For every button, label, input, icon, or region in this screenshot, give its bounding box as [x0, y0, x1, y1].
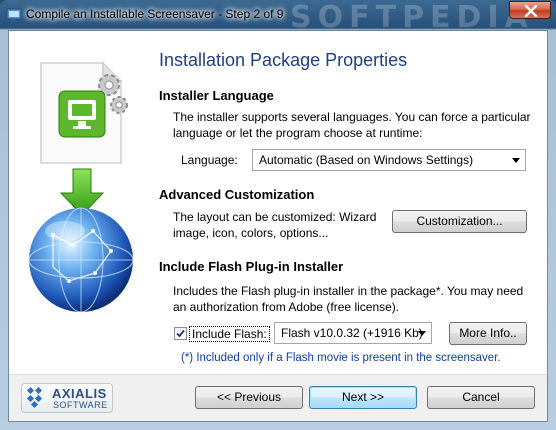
- chevron-down-icon: [512, 158, 520, 163]
- checkmark-icon: [176, 329, 185, 338]
- customization-button[interactable]: Customization...: [392, 210, 527, 233]
- chevron-down-icon: [418, 331, 426, 336]
- previous-button[interactable]: << Previous: [195, 386, 303, 409]
- flash-footnote: (*) Included only if a Flash movie is pr…: [181, 352, 501, 364]
- dialog-window: Compile an Installable Screensaver - Ste…: [0, 0, 556, 430]
- flash-description: Includes the Flash plug-in installer in …: [173, 283, 533, 315]
- close-icon: [524, 5, 538, 17]
- advanced-desc-line1: The layout can be customized: Wizard: [173, 210, 377, 224]
- installer-language-description: The installer supports several languages…: [173, 109, 533, 141]
- flash-version-value: Flash v10.0.32 (+1916 Kb): [281, 326, 423, 340]
- title-bar[interactable]: Compile an Installable Screensaver - Ste…: [0, 0, 556, 35]
- advanced-customization-description: The layout can be customized: Wizard ima…: [173, 209, 383, 241]
- close-button[interactable]: [509, 1, 551, 19]
- app-icon: [6, 8, 22, 21]
- flash-desc-line1: Includes the Flash plug-in installer in …: [173, 284, 524, 298]
- page-heading: Installation Package Properties: [159, 50, 408, 70]
- language-select[interactable]: Automatic (Based on Windows Settings): [252, 149, 526, 171]
- axialis-brand-sub: SOFTWARE: [53, 400, 108, 410]
- installer-illustration: [28, 62, 134, 313]
- more-info-button[interactable]: More Info..: [449, 322, 527, 345]
- installer-language-title: Installer Language: [159, 88, 274, 103]
- dialog-client-area: Installation Package Properties Installe…: [8, 30, 548, 422]
- include-flash-checkbox[interactable]: [174, 327, 187, 340]
- installer-language-desc-line1: The installer supports several languages…: [173, 110, 531, 124]
- window-title: Compile an Installable Screensaver - Ste…: [26, 7, 284, 21]
- language-select-value: Automatic (Based on Windows Settings): [259, 153, 474, 167]
- next-button[interactable]: Next >>: [309, 386, 417, 409]
- flash-version-select[interactable]: Flash v10.0.32 (+1916 Kb): [274, 322, 432, 344]
- installer-language-desc-line2: language or let the program choose at ru…: [173, 126, 423, 140]
- flash-section-title: Include Flash Plug-in Installer: [159, 259, 344, 274]
- axialis-brand: AXIALIS: [52, 386, 107, 401]
- axialis-logo-icon: [26, 386, 43, 409]
- advanced-customization-title: Advanced Customization: [159, 187, 315, 202]
- axialis-logo: AXIALIS SOFTWARE: [21, 383, 113, 413]
- cancel-button[interactable]: Cancel: [427, 386, 535, 409]
- flash-desc-line2: an authorization from Adobe (free licens…: [173, 300, 400, 314]
- language-label: Language:: [181, 153, 238, 167]
- advanced-desc-line2: image, icon, colors, options...: [173, 226, 329, 240]
- wizard-footer: AXIALIS SOFTWARE << Previous Next >> Can…: [9, 374, 547, 421]
- include-flash-label[interactable]: Include Flash:: [189, 326, 270, 342]
